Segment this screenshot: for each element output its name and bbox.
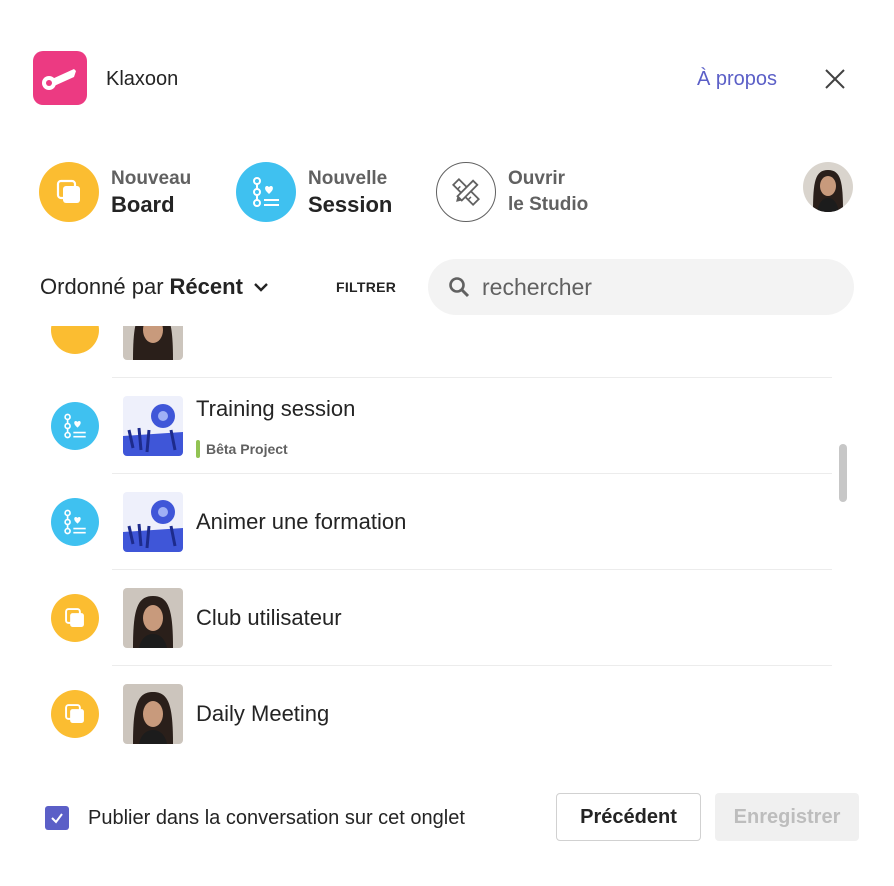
list-item[interactable]: Training session Bêta Project — [0, 378, 840, 474]
tag-label: Bêta Project — [206, 441, 288, 457]
board-icon — [51, 594, 99, 642]
item-thumbnail — [123, 588, 183, 648]
item-title: Training session — [196, 396, 356, 421]
board-icon — [51, 326, 99, 354]
new-board-button[interactable]: Nouveau Board — [39, 162, 191, 222]
search-input[interactable] — [482, 273, 822, 301]
tag-color-bar — [196, 440, 200, 458]
item-thumbnail — [123, 684, 183, 744]
new-board-line2: Board — [111, 192, 175, 217]
previous-button[interactable]: Précédent — [556, 793, 701, 841]
list-item[interactable]: Club utilisateur — [0, 570, 840, 666]
list-item[interactable] — [0, 326, 840, 378]
item-thumbnail — [123, 396, 183, 456]
session-icon — [236, 162, 296, 222]
item-title: Daily Meeting — [196, 701, 330, 726]
save-button[interactable]: Enregistrer — [715, 793, 859, 841]
sort-prefix: Ordonné par — [40, 274, 164, 299]
user-avatar[interactable] — [803, 162, 853, 212]
item-thumbnail — [123, 492, 183, 552]
open-studio-button[interactable]: Ouvrir le Studio — [436, 162, 588, 222]
list-item[interactable]: Animer une formation — [0, 474, 840, 570]
item-title: Club utilisateur — [196, 605, 342, 630]
open-studio-line2: le Studio — [508, 194, 589, 215]
filter-button[interactable]: FILTRER — [336, 279, 396, 295]
session-icon — [51, 498, 99, 546]
close-icon — [825, 69, 845, 89]
new-board-line1: Nouveau — [111, 168, 192, 189]
about-link[interactable]: À propos — [697, 68, 777, 91]
publish-label: Publier dans la conversation sur cet ong… — [88, 807, 465, 829]
project-tag: Bêta Project — [196, 440, 288, 458]
studio-tools-icon — [436, 162, 496, 222]
new-session-line1: Nouvelle — [308, 168, 388, 189]
search-icon — [449, 277, 470, 298]
board-icon — [39, 162, 99, 222]
list-scrollbar[interactable] — [839, 444, 847, 502]
checkmark-icon — [51, 813, 63, 824]
sort-dropdown[interactable]: Ordonné par Récent — [40, 274, 269, 300]
chevron-down-icon — [254, 283, 268, 292]
item-title: Animer une formation — [196, 509, 407, 534]
list-item[interactable]: Daily Meeting — [0, 666, 840, 762]
open-studio-line1: Ouvrir — [508, 168, 566, 189]
new-session-button[interactable]: Nouvelle Session — [236, 162, 392, 222]
board-icon — [51, 690, 99, 738]
publish-checkbox[interactable] — [45, 806, 69, 830]
klaxoon-horn-icon — [42, 69, 76, 90]
item-thumbnail — [123, 326, 183, 360]
new-session-line2: Session — [308, 192, 393, 217]
session-icon — [51, 402, 99, 450]
klaxoon-logo — [33, 51, 87, 105]
app-title: Klaxoon — [106, 68, 179, 90]
search-box[interactable] — [428, 259, 854, 315]
sort-value: Récent — [169, 274, 243, 299]
item-list[interactable]: Training session Bêta Project Animer une… — [0, 326, 894, 766]
close-button[interactable] — [820, 64, 850, 94]
